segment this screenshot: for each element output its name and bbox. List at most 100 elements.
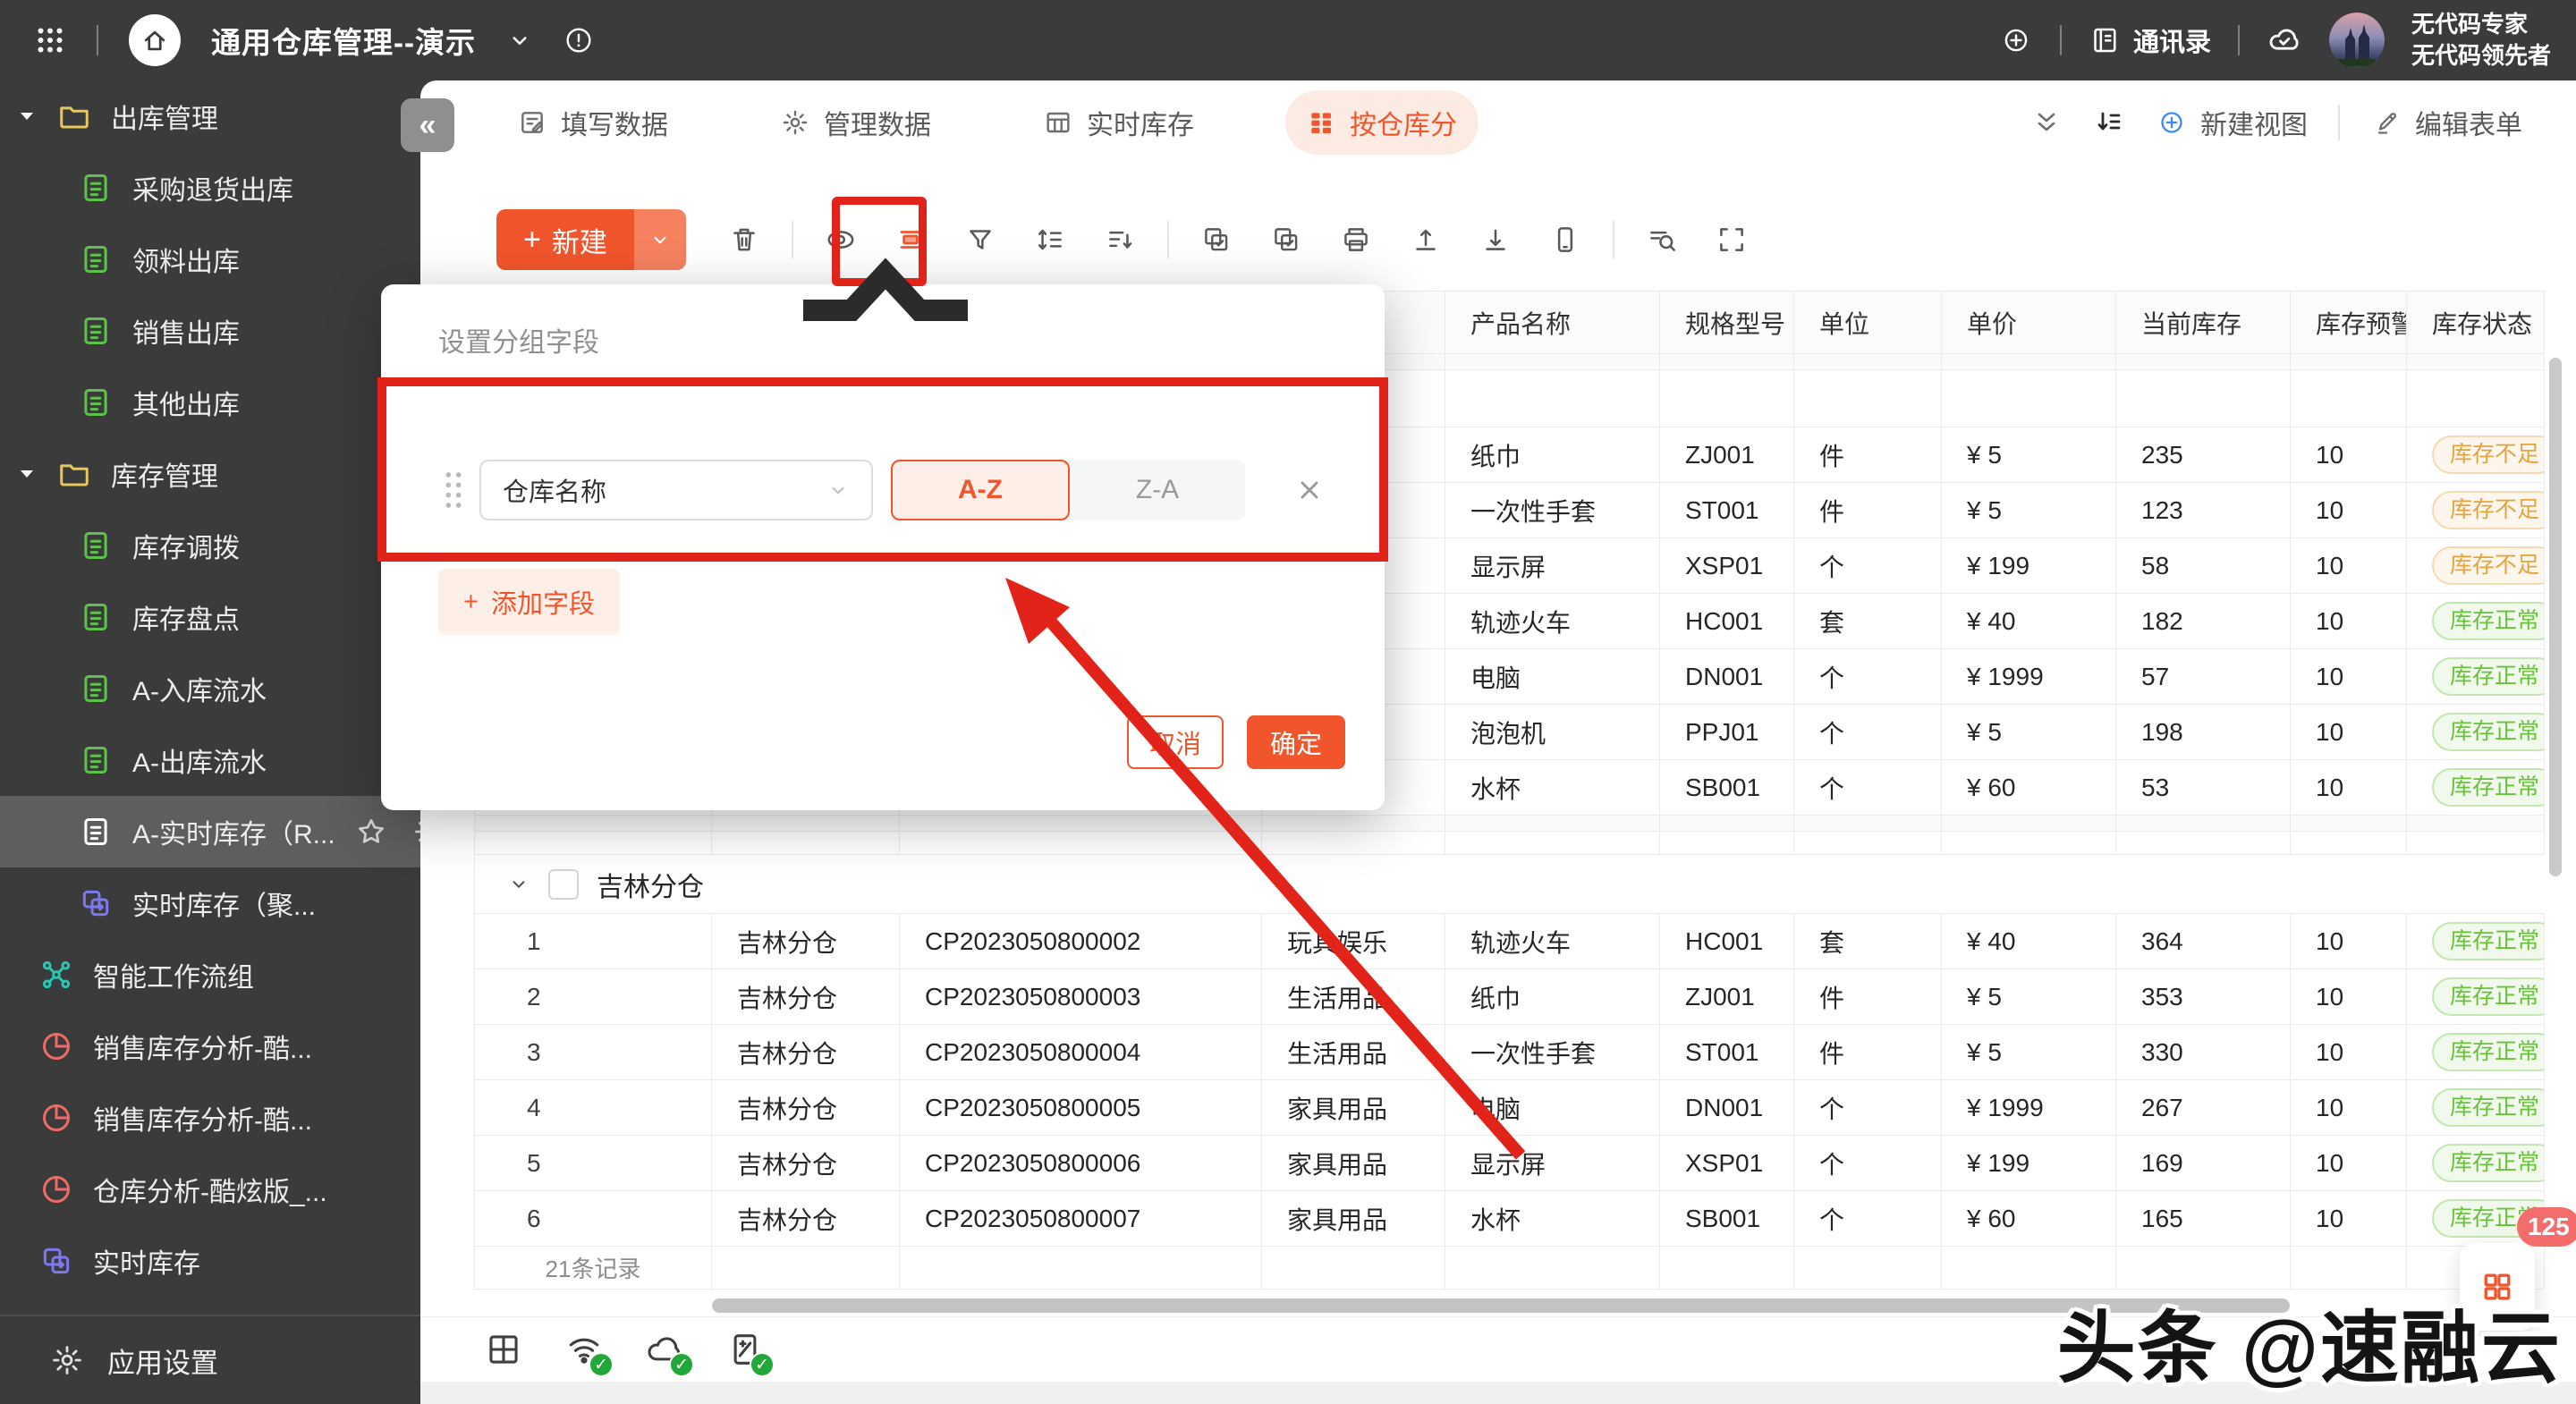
info-icon[interactable] [564,25,594,55]
sidebar-item[interactable]: 智能工作流组 [0,939,420,1011]
column-header[interactable]: 单价 [1942,292,2116,353]
row-height-icon[interactable] [1015,209,1085,270]
group-collapse-icon[interactable] [507,873,530,896]
app-grid-menu-icon[interactable] [34,24,66,56]
group-header-row[interactable]: 吉林分仓 [475,855,2545,914]
cancel-button[interactable]: 取消 [1127,715,1224,769]
sidebar-item[interactable]: 销售库存分析-酷... [0,1011,420,1082]
sidebar-collapse-button[interactable]: « [401,98,454,152]
sidebar-item[interactable]: A-实时库存（R... [0,796,420,867]
sidebar-item[interactable]: A-出库流水 [0,724,420,796]
group-icon[interactable] [876,209,945,270]
view-list-icon[interactable] [2093,106,2125,139]
group-checkbox[interactable] [548,868,579,900]
avatar[interactable] [2328,13,2385,68]
sidebar-item[interactable]: 库存盘点 [0,581,420,653]
sidebar-item[interactable]: 库存管理 [0,438,420,510]
delete-icon[interactable] [709,209,779,270]
group-field-row: 仓库名称 A-Z Z-A [438,460,1324,520]
table-row[interactable]: 6 吉林分仓 CP2023050800007 家具用品 水杯 SB001 个 ¥… [475,1191,2545,1247]
group2-rows: 1 吉林分仓 CP2023050800002 玩具娱乐 轨迹火车 HC001 套… [475,914,2545,1247]
cloud-sync-status-icon[interactable]: ✓ [644,1329,694,1377]
cell-unit: 套 [1794,914,1942,968]
cell-spec: SB001 [1660,760,1794,815]
tab-realtime-stock[interactable]: 实时库存 [1022,90,1216,155]
sort-az-button[interactable]: A-Z [891,460,1070,520]
column-header[interactable]: 单位 [1794,292,1942,353]
new-record-button[interactable]: + 新建 [496,209,686,270]
network-status-icon[interactable]: ✓ [564,1329,614,1377]
cell-warehouse: 吉林分仓 [712,914,900,968]
column-header[interactable]: 产品名称 [1445,292,1660,353]
sidebar-item[interactable]: 出库管理 [0,80,420,152]
filter-icon[interactable] [945,209,1015,270]
new-view-button[interactable]: 新建视图 [2156,103,2308,142]
horizontal-scrollbar[interactable] [712,1298,2290,1313]
column-header[interactable]: 库存状态 [2407,292,2545,353]
sidebar-item[interactable]: 库存调拨 [0,510,420,581]
column-header[interactable]: 当前库存 [2116,292,2291,353]
table-row[interactable]: 1 吉林分仓 CP2023050800002 玩具娱乐 轨迹火车 HC001 套… [475,914,2545,969]
sort-za-button[interactable]: Z-A [1070,475,1245,505]
import-icon[interactable] [1391,209,1461,270]
cell-stock-warning: 10 [2291,427,2407,482]
cloud-sync-icon[interactable] [2267,22,2302,58]
edit-form-button[interactable]: 编辑表单 [2370,103,2522,142]
table-search-icon[interactable] [1627,209,1697,270]
new-record-dropdown[interactable] [633,209,686,270]
cell-price: ¥ 1999 [1942,1080,2116,1135]
device-sync-status-icon[interactable]: ✓ [724,1329,775,1377]
sidebar-item[interactable]: 仓库分析-酷炫版_... [0,1154,420,1225]
sidebar-item-label: A-出库流水 [132,749,267,778]
print-icon[interactable] [1321,209,1391,270]
batch-edit-icon[interactable] [1182,209,1251,270]
quick-grid-button[interactable] [2460,1243,2535,1331]
sidebar-item[interactable]: 实时库存 [0,1225,420,1297]
add-field-button[interactable]: + 添加字段 [438,569,620,635]
sidebar-item[interactable]: 其他出库 [0,367,420,438]
cell-product-code: CP2023050800002 [900,914,1262,968]
cell-spec: XSP01 [1660,1136,1794,1190]
sidebar-item-label: 库存管理 [111,462,218,492]
tab-fill-data[interactable]: 填写数据 [496,90,690,155]
sidebar-item[interactable]: A-入库流水 [0,653,420,724]
cell-row-number: 2 [475,969,712,1024]
column-header[interactable]: 规格型号 [1660,292,1794,353]
hide-fields-icon[interactable] [806,209,876,270]
widgets-icon[interactable] [483,1329,524,1370]
sidebar-item[interactable]: 销售库存分析-酷... [0,1082,420,1154]
sidebar: 出库管理 采购退货出库 领料出库 销售出库 其他出库 库存管理 库存调拨 库存盘… [0,80,420,1404]
sidebar-item[interactable]: 采购退货出库 [0,152,420,224]
more-views-chevron-icon[interactable] [2030,106,2063,139]
add-icon[interactable] [1999,23,2033,57]
app-switch-chevron-icon[interactable] [506,27,533,54]
confirm-button[interactable]: 确定 [1247,715,1345,769]
contacts-button[interactable]: 通讯录 [2089,21,2211,59]
app-settings-button[interactable]: 应用设置 [0,1316,420,1404]
table-row[interactable]: 4 吉林分仓 CP2023050800005 家具用品 电脑 DN001 个 ¥… [475,1080,2545,1136]
favorite-star-icon[interactable] [355,816,387,848]
drag-handle[interactable] [438,463,469,517]
vertical-scrollbar[interactable] [2549,358,2562,876]
sort-icon[interactable] [1085,209,1155,270]
table-row[interactable]: 5 吉林分仓 CP2023050800006 家具用品 显示屏 XSP01 个 … [475,1136,2545,1191]
sidebar-list: 出库管理 采购退货出库 领料出库 销售出库 其他出库 库存管理 库存调拨 库存盘… [0,80,420,1297]
cell-warehouse: 吉林分仓 [712,1191,900,1246]
home-button[interactable] [129,14,181,66]
remove-field-icon[interactable] [1295,476,1324,504]
sidebar-item[interactable]: 领料出库 [0,224,420,295]
fullscreen-icon[interactable] [1697,209,1767,270]
table-row[interactable]: 2 吉林分仓 CP2023050800003 生活用品 纸巾 ZJ001 件 ¥… [475,969,2545,1025]
tab-group-by-warehouse[interactable]: 按仓库分 [1285,90,1479,155]
mobile-icon[interactable] [1530,209,1600,270]
sidebar-item[interactable]: 销售出库 [0,295,420,367]
group-field-select[interactable]: 仓库名称 [479,460,873,520]
column-header[interactable]: 库存预警 [2291,292,2407,353]
batch-copy-icon[interactable] [1251,209,1321,270]
export-icon[interactable] [1461,209,1530,270]
cell-spec: ST001 [1660,483,1794,537]
table-row[interactable]: 3 吉林分仓 CP2023050800004 生活用品 一次性手套 ST001 … [475,1025,2545,1080]
sidebar-item-label: 销售库存分析-酷... [93,1106,312,1136]
sidebar-item[interactable]: 实时库存（聚... [0,867,420,939]
tab-manage-data[interactable]: 管理数据 [759,90,953,155]
